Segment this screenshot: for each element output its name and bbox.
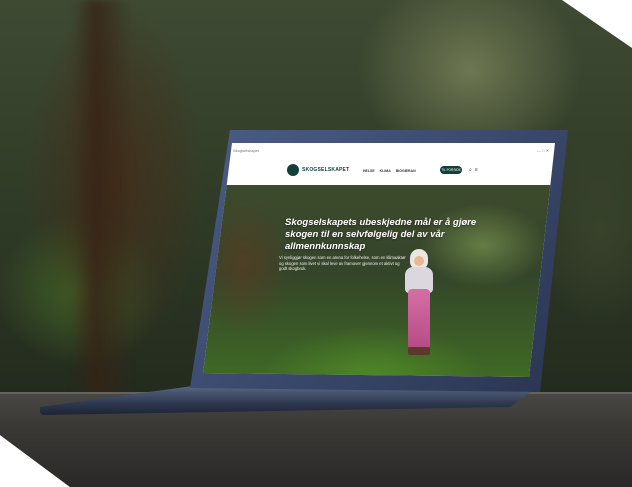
hero-body: Vi synliggjør skogen som en arena for fo… <box>279 255 406 272</box>
site-header: SKOGSELSKAPET HELSE KLIMA BIOGIERAN TIL … <box>233 157 547 185</box>
search-icon[interactable]: ⌕ <box>469 167 472 173</box>
logo-text: SKOGSELSKAPET <box>302 167 350 173</box>
browser-titlebar: Skogselskapet — □ ✕ <box>233 146 549 154</box>
laptop-screen: Skogselskapet — □ ✕ SKOGSELSKAPET HELSE … <box>203 143 555 377</box>
logo-icon <box>287 164 299 176</box>
nav-icons: ⌕ ≡ <box>469 167 478 173</box>
site-logo[interactable]: SKOGSELSKAPET <box>287 164 349 176</box>
child-face <box>414 256 424 266</box>
hero-section: Skogselskapets ubeskjedne mål er å gjøre… <box>203 185 555 377</box>
cta-button[interactable]: TIL FORSIDE <box>440 166 462 174</box>
nav-links: HELSE KLIMA BIOGIERAN <box>363 169 416 173</box>
nav-item-helse[interactable]: HELSE <box>363 169 375 173</box>
background-photo: Skogselskapet — □ ✕ SKOGSELSKAPET HELSE … <box>0 0 632 487</box>
child-figure <box>399 249 439 377</box>
child-boots <box>408 347 430 355</box>
menu-icon[interactable]: ≡ <box>475 167 478 173</box>
window-title: Skogselskapet <box>233 147 260 153</box>
nav-item-klima[interactable]: KLIMA <box>380 169 391 173</box>
tree-trunk <box>72 0 132 400</box>
child-pants <box>408 289 430 349</box>
nav-item-biogieran[interactable]: BIOGIERAN <box>396 169 416 173</box>
hero-title: Skogselskapets ubeskjedne mål er å gjøre… <box>285 217 477 252</box>
window-controls[interactable]: — □ ✕ <box>537 148 549 153</box>
